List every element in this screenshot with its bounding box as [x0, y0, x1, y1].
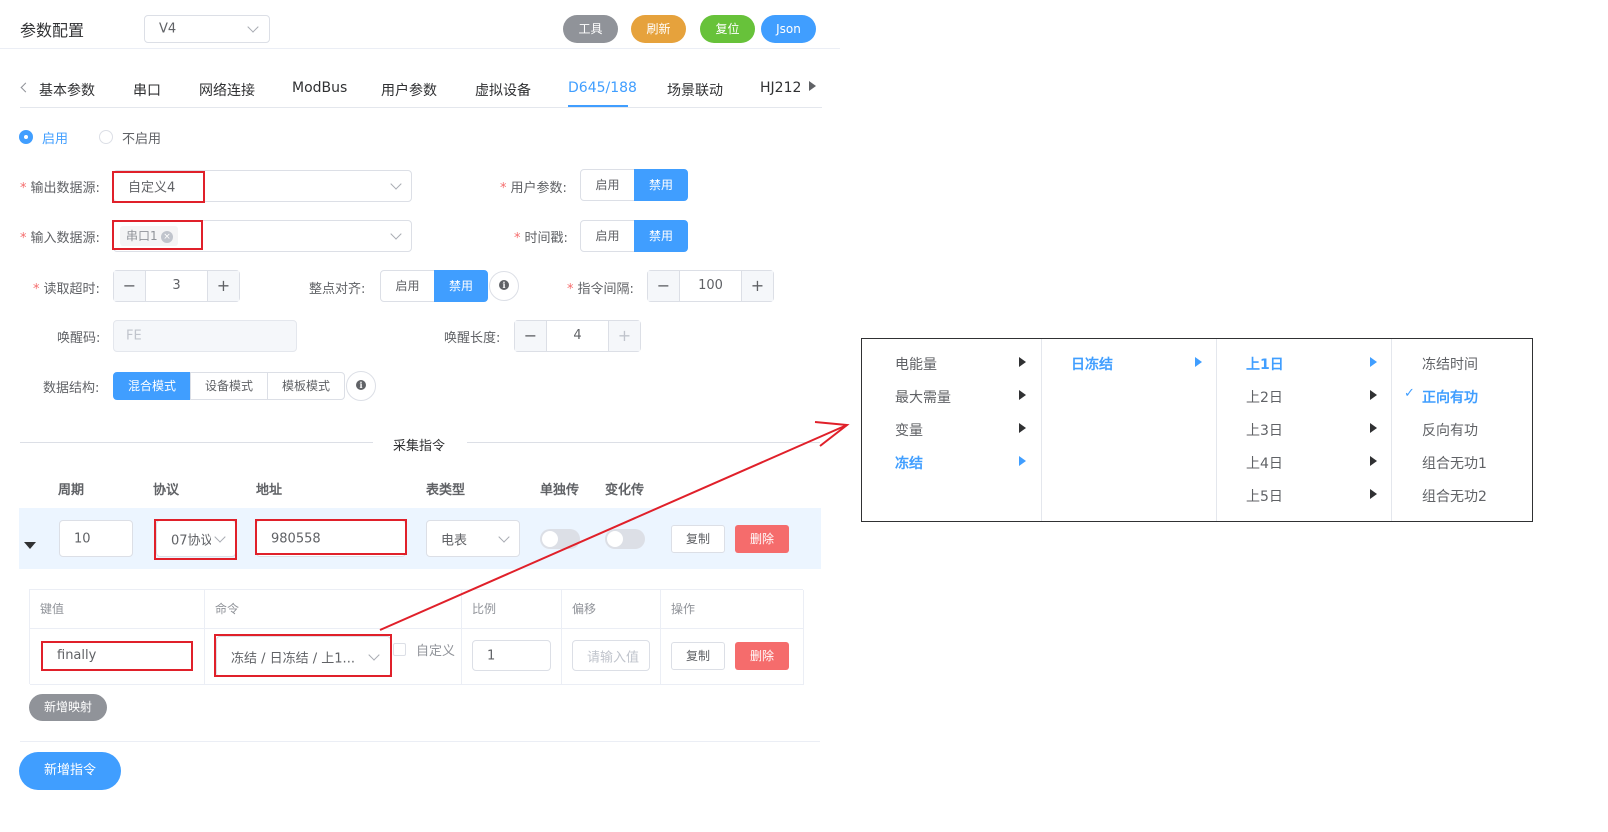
menu-item-combined-reactive-2[interactable]: 组合无功2: [1422, 486, 1487, 506]
cascader-column-3: 上1日 上2日 上3日 上4日 上5日: [1217, 339, 1392, 521]
cascader-column-2: 日冻结: [1042, 339, 1217, 521]
caret-right-icon: [1019, 357, 1026, 367]
menu-item-reverse-active[interactable]: 反向有功: [1422, 420, 1478, 440]
caret-right-icon: [1370, 489, 1377, 499]
caret-right-icon: [1370, 390, 1377, 400]
caret-right-icon: [1019, 390, 1026, 400]
caret-right-icon: [1370, 456, 1377, 466]
menu-item-day-1[interactable]: 上1日: [1246, 354, 1284, 374]
check-icon: ✓: [1404, 386, 1415, 401]
menu-item-daily-freeze[interactable]: 日冻结: [1071, 354, 1113, 374]
cascader-column-4: 冻结时间 ✓ 正向有功 反向有功 组合无功1 组合无功2: [1392, 339, 1532, 521]
menu-item-day-2[interactable]: 上2日: [1246, 387, 1283, 407]
cascader-dropdown: 电能量 最大需量 变量 冻结 日冻结 上1日 上2日 上3日 上4日 上5日 冻…: [861, 338, 1533, 522]
menu-item-day-5[interactable]: 上5日: [1246, 486, 1283, 506]
menu-item-energy[interactable]: 电能量: [895, 354, 937, 374]
menu-item-day-3[interactable]: 上3日: [1246, 420, 1283, 440]
caret-right-icon: [1019, 423, 1026, 433]
menu-item-variable[interactable]: 变量: [895, 420, 923, 440]
menu-item-combined-reactive-1[interactable]: 组合无功1: [1422, 453, 1487, 473]
caret-right-icon: [1195, 357, 1202, 367]
caret-right-icon: [1019, 456, 1026, 466]
menu-item-freeze[interactable]: 冻结: [895, 453, 923, 473]
arrow-head: [814, 421, 850, 447]
menu-item-day-4[interactable]: 上4日: [1246, 453, 1283, 473]
menu-item-freeze-time[interactable]: 冻结时间: [1422, 354, 1478, 374]
cascader-column-1: 电能量 最大需量 变量 冻结: [862, 339, 1042, 521]
menu-item-forward-active[interactable]: 正向有功: [1422, 387, 1478, 407]
menu-item-max-demand[interactable]: 最大需量: [895, 387, 951, 407]
caret-right-icon: [1370, 357, 1377, 367]
caret-right-icon: [1370, 423, 1377, 433]
arrow-line: [379, 424, 848, 631]
